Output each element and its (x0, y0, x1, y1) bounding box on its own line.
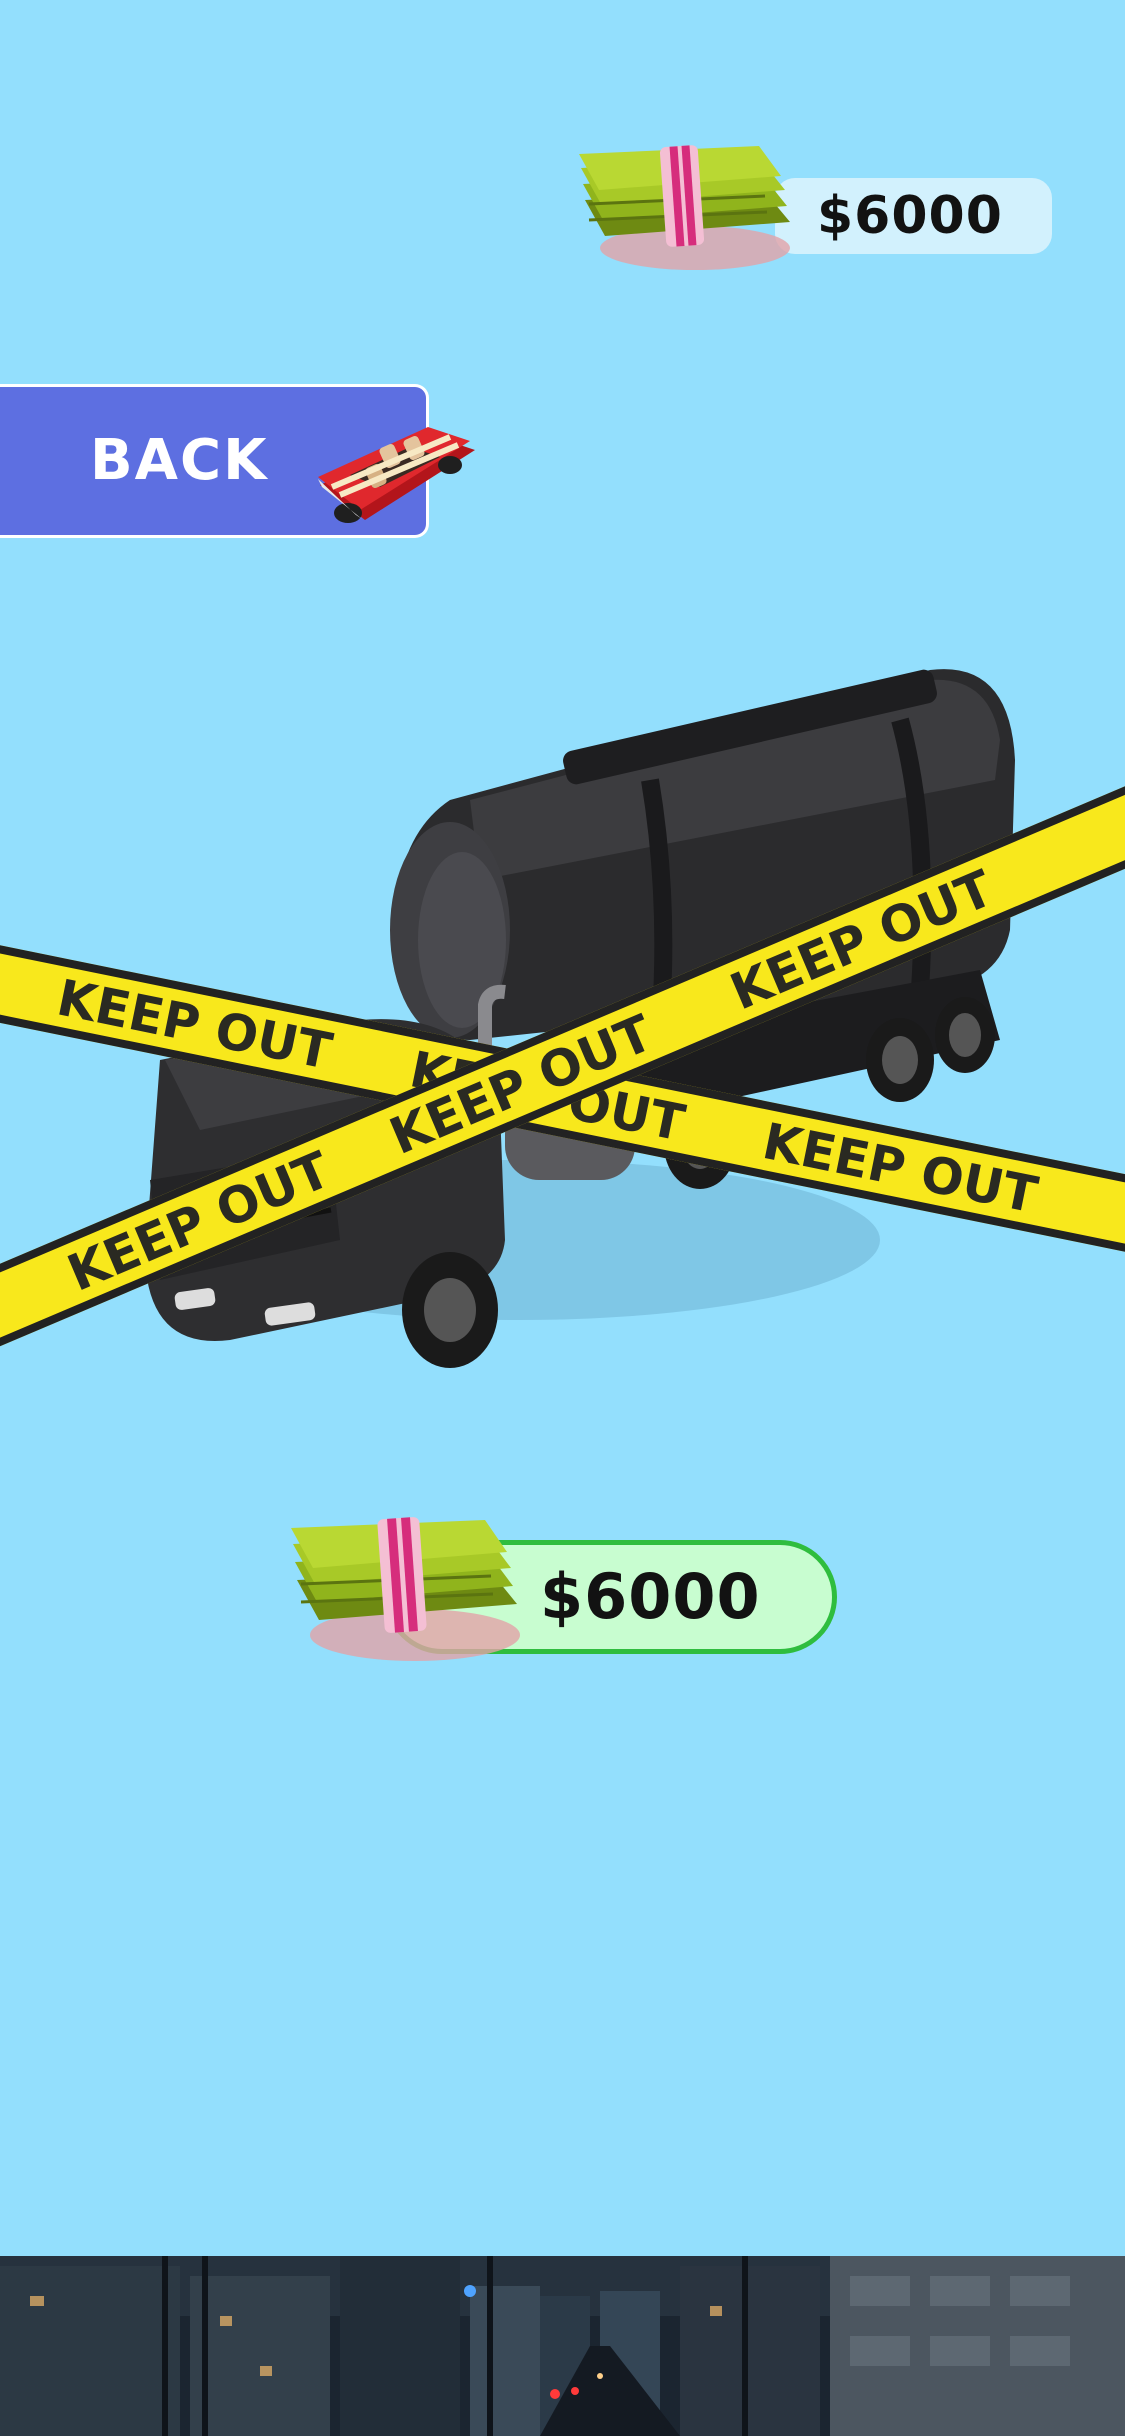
balance-display: $6000 (575, 140, 1055, 280)
locked-vehicle: KEEP OUT KEEP OUT KEEP OUT KEEP OUT KEEP… (0, 669, 1125, 1368)
cash-stack-icon (579, 145, 790, 270)
game-screen: { "header": { "balance_text": "$6000", "… (0, 0, 1125, 2436)
buy-price-button[interactable]: $6000 (285, 1510, 845, 1670)
city-background-image (0, 2256, 1125, 2436)
price-amount: $6000 (540, 1560, 761, 1633)
balance-amount: $6000 (817, 186, 1003, 246)
convertible-car-icon (318, 427, 475, 523)
cash-stack-icon (291, 1517, 520, 1661)
balance-pill: $6000 (775, 178, 1052, 254)
back-button-label: BACK (90, 428, 269, 493)
